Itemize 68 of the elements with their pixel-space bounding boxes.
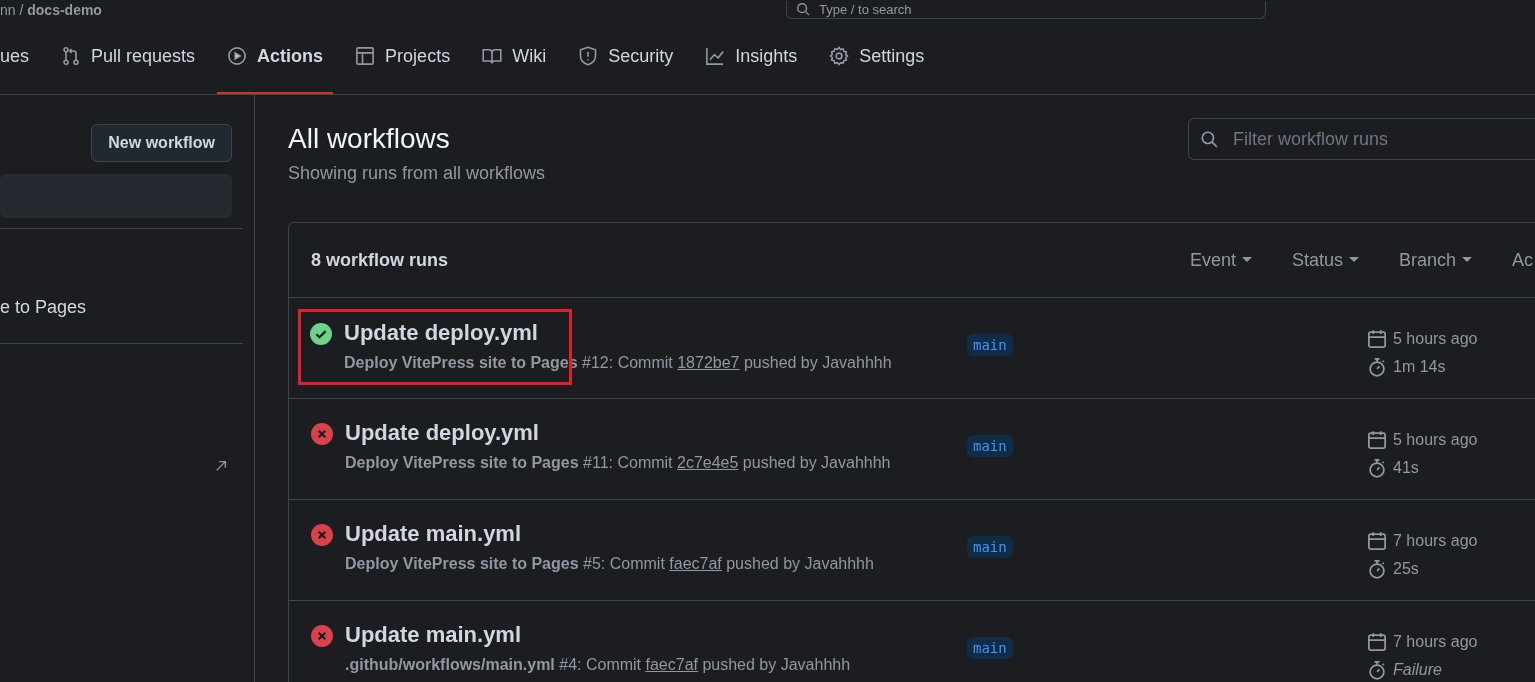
search-field[interactable]: Type / to search (786, 1, 1266, 19)
repo-tab[interactable]: Actions (217, 20, 334, 94)
calendar-icon (1367, 329, 1387, 349)
failure-icon (311, 524, 333, 546)
run-time: 7 hours ago (1393, 633, 1478, 651)
caret-icon (1241, 257, 1252, 263)
external-link-icon[interactable] (214, 459, 228, 473)
branch-label[interactable]: main (967, 637, 1013, 659)
sidebar-item[interactable]: e to Pages (0, 285, 232, 329)
run-title[interactable]: Update main.yml (345, 521, 874, 547)
search-icon (1200, 130, 1218, 148)
run-duration: 25s (1393, 560, 1419, 578)
stopwatch-icon (1367, 458, 1387, 478)
page-title: All workflows (288, 123, 451, 155)
failure-icon (311, 423, 333, 445)
pull-request-icon (61, 46, 82, 66)
repo-tab[interactable]: ues (0, 20, 40, 94)
page-subtitle: Showing runs from all workflows (288, 163, 546, 184)
book-icon (482, 46, 503, 66)
failure-icon (311, 625, 333, 647)
play-icon (227, 46, 248, 66)
stopwatch-icon (1367, 559, 1387, 579)
run-time: 5 hours ago (1393, 330, 1478, 348)
table-icon (355, 46, 376, 66)
stopwatch-icon (1367, 357, 1387, 377)
run-description: Deploy VitePress site to Pages #11: Commit 2c7e4e5 pushed by Javahhhh (345, 454, 891, 472)
success-icon (310, 323, 332, 345)
commit-link[interactable]: faec7af (669, 555, 722, 572)
filter-field[interactable]: Filter workflow runs (1188, 118, 1535, 160)
filter-dropdown[interactable]: Event (1189, 249, 1252, 271)
run-title[interactable]: Update deploy.yml (345, 420, 891, 446)
stopwatch-icon (1367, 660, 1387, 680)
repo-tab[interactable]: Settings (819, 20, 935, 94)
runs-count: 8 workflow runs (311, 249, 449, 271)
caret-icon (1348, 257, 1359, 263)
run-duration: 41s (1393, 459, 1419, 477)
run-duration: 1m 14s (1393, 358, 1446, 376)
commit-link[interactable]: 2c7e4e5 (677, 454, 739, 471)
calendar-icon (1367, 632, 1387, 652)
run-time: 7 hours ago (1393, 532, 1478, 550)
new-workflow-button[interactable]: New workflow (91, 124, 232, 162)
filter-dropdown[interactable]: Ac (1512, 249, 1533, 271)
filter-dropdown[interactable]: Branch (1398, 249, 1472, 271)
graph-icon (705, 46, 726, 66)
search-icon (796, 2, 810, 16)
repo-tab[interactable]: Pull requests (51, 20, 206, 94)
commit-link[interactable]: faec7af (645, 656, 698, 673)
repo-tab[interactable]: Wiki (472, 20, 557, 94)
run-title[interactable]: Update deploy.yml (344, 320, 892, 346)
calendar-icon (1367, 430, 1387, 450)
run-description: Deploy VitePress site to Pages #5: Commit faec7af pushed by Javahhhh (345, 555, 874, 573)
branch-label[interactable]: main (967, 435, 1013, 457)
settings-icon (829, 46, 850, 66)
filter-dropdown[interactable]: Status (1291, 249, 1359, 271)
run-duration: Failure (1393, 661, 1442, 679)
branch-label[interactable]: main (967, 334, 1013, 356)
repo-path[interactable]: nn / docs-demo (0, 2, 102, 18)
run-title[interactable]: Update main.yml (345, 622, 851, 648)
repo-tab[interactable]: Security (568, 20, 684, 94)
caret-icon (1462, 257, 1472, 263)
commit-link[interactable]: 1872be7 (677, 354, 740, 371)
run-time: 5 hours ago (1393, 431, 1478, 449)
repo-tab[interactable]: Projects (345, 20, 461, 94)
repo-tab[interactable]: Insights (695, 20, 808, 94)
run-description: .github/workflows/main.yml #4: Commit faec7af pushed by Javahhhh (345, 656, 851, 674)
branch-label[interactable]: main (967, 536, 1013, 558)
calendar-icon (1367, 531, 1387, 551)
shield-icon (578, 46, 599, 66)
